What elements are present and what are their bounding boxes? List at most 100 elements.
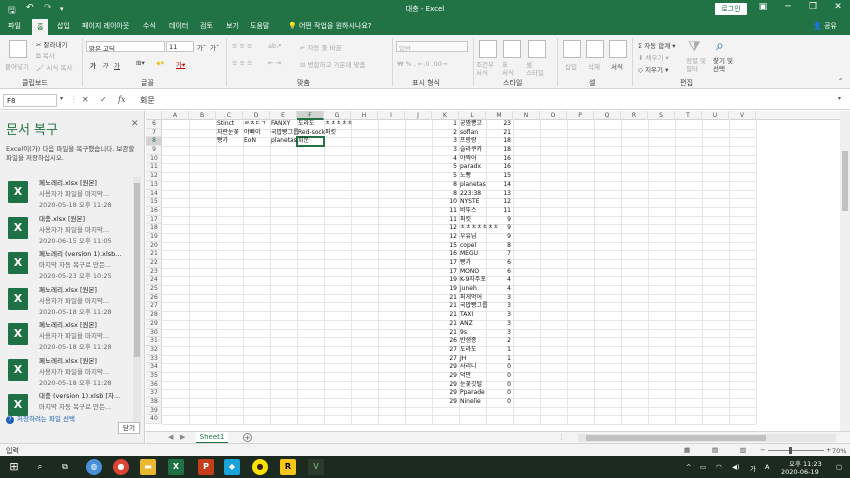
- font-name-combo[interactable]: 맑은 고딕: [86, 41, 165, 52]
- score-cell[interactable]: 6: [486, 268, 511, 277]
- formula-input[interactable]: 회문: [140, 95, 155, 106]
- tab-split-icon[interactable]: ⋮: [558, 433, 565, 441]
- name-cell[interactable]: 눈꽃깃털: [460, 381, 482, 390]
- choose-file-link[interactable]: ? 저장하려는 파일 선택: [6, 413, 75, 424]
- rank-cell[interactable]: 29: [432, 381, 457, 390]
- find-select-button[interactable]: 찾기 및 선택: [713, 57, 733, 73]
- score-cell[interactable]: 0: [486, 363, 511, 372]
- expand-formula-bar-icon[interactable]: ▾: [838, 95, 841, 102]
- score-cell[interactable]: 1: [486, 346, 511, 355]
- pane-close-button[interactable]: 닫기: [118, 422, 140, 434]
- table-cell[interactable]: FANXY: [271, 120, 290, 129]
- rank-cell[interactable]: 11: [432, 216, 457, 225]
- orientation-icon[interactable]: ab↗: [268, 42, 282, 50]
- delete-cells-button[interactable]: 삭제: [588, 61, 600, 71]
- delete-cells-icon[interactable]: [586, 40, 604, 58]
- horizontal-scroll-thumb[interactable]: [586, 435, 766, 441]
- shrink-font-icon[interactable]: 가ˇ: [210, 42, 219, 52]
- ime-mode-icon[interactable]: 가: [750, 463, 756, 473]
- rank-cell[interactable]: 17: [432, 268, 457, 277]
- name-cell[interactable]: 노빵: [460, 172, 471, 181]
- score-cell[interactable]: 13: [486, 190, 511, 199]
- row-header[interactable]: 15: [146, 198, 162, 207]
- column-header[interactable]: V: [729, 111, 756, 120]
- column-header[interactable]: Q: [594, 111, 621, 120]
- name-cell[interactable]: Pparade: [460, 389, 485, 398]
- pane-scroll-thumb[interactable]: [134, 183, 140, 357]
- column-header[interactable]: H: [351, 111, 378, 120]
- tell-me-search[interactable]: 💡 어떤 작업을 원하시나요?: [288, 21, 372, 31]
- share-button[interactable]: 👤 공유: [813, 21, 837, 31]
- row-header[interactable]: 7: [146, 129, 162, 138]
- score-cell[interactable]: 21: [486, 129, 511, 138]
- ribbon-display-options-icon[interactable]: ▣: [753, 2, 773, 12]
- rank-cell[interactable]: 4: [432, 155, 457, 164]
- name-cell[interactable]: MEGU: [460, 250, 478, 259]
- score-cell[interactable]: 18: [486, 146, 511, 155]
- row-header[interactable]: 25: [146, 285, 162, 294]
- enter-entry-icon[interactable]: ✓: [100, 95, 107, 104]
- select-all-corner[interactable]: [146, 111, 162, 120]
- column-header[interactable]: F: [297, 111, 324, 120]
- wifi-icon[interactable]: ◠: [716, 463, 722, 471]
- score-cell[interactable]: 1: [486, 355, 511, 364]
- name-cell[interactable]: soflan: [460, 129, 478, 138]
- game-icon[interactable]: R: [280, 459, 296, 475]
- insert-cells-button[interactable]: 삽입: [565, 61, 577, 71]
- column-header[interactable]: E: [270, 111, 297, 120]
- table-cell[interactable]: 빵가: [217, 137, 228, 146]
- kakaotalk-icon[interactable]: ●: [252, 459, 268, 475]
- rank-cell[interactable]: 27: [432, 346, 457, 355]
- excel-taskbar-icon[interactable]: X: [168, 459, 184, 475]
- row-header[interactable]: 16: [146, 207, 162, 216]
- row-header[interactable]: 38: [146, 398, 162, 407]
- score-cell[interactable]: 16: [486, 163, 511, 172]
- cell-styles-button[interactable]: 셀 스타일: [526, 61, 544, 77]
- score-cell[interactable]: 3: [486, 311, 511, 320]
- score-cell[interactable]: 4: [486, 276, 511, 285]
- format-painter-button[interactable]: 🖌 서식 복사: [36, 62, 72, 72]
- align-top-icon[interactable]: ≡ ≡ ≡: [232, 42, 252, 50]
- merge-center-button[interactable]: ⊟ 병합하고 가운데 맞춤: [300, 59, 365, 69]
- table-cell[interactable]: 국밥빵그룹: [271, 129, 299, 138]
- row-header[interactable]: 23: [146, 268, 162, 277]
- name-cell[interactable]: 도라도: [460, 346, 477, 355]
- name-cell[interactable]: 반생종: [460, 337, 477, 346]
- recovered-file-item[interactable]: X 페노레리 (version 1).xlsb... 마지막 자동 복구로 만든..…: [8, 248, 136, 282]
- name-cell[interactable]: paradx: [460, 163, 481, 172]
- tab-home[interactable]: 홈: [32, 19, 49, 35]
- rank-cell[interactable]: 16: [432, 250, 457, 259]
- column-header[interactable]: P: [567, 111, 594, 120]
- score-cell[interactable]: 9: [486, 216, 511, 225]
- conditional-formatting-icon[interactable]: [479, 40, 497, 58]
- name-cell[interactable]: 야짝어: [460, 155, 477, 164]
- score-cell[interactable]: 3: [486, 329, 511, 338]
- table-cell[interactable]: planetas: [271, 137, 297, 146]
- sort-filter-button[interactable]: 정렬 및 필터: [686, 57, 706, 73]
- login-button[interactable]: 로그인: [715, 3, 747, 15]
- score-cell[interactable]: 9: [486, 233, 511, 242]
- tab-insert[interactable]: 삽입: [57, 21, 70, 31]
- rank-cell[interactable]: 26: [432, 337, 457, 346]
- format-cells-icon[interactable]: [609, 40, 627, 58]
- rank-cell[interactable]: 5: [432, 163, 457, 172]
- score-cell[interactable]: 0: [486, 398, 511, 407]
- rank-cell[interactable]: 12: [432, 224, 457, 233]
- name-cell[interactable]: 퍼킷: [460, 216, 471, 225]
- row-header[interactable]: 33: [146, 355, 162, 364]
- tab-view[interactable]: 보기: [226, 21, 239, 31]
- vertical-scroll-thumb[interactable]: [842, 151, 848, 211]
- score-cell[interactable]: 18: [486, 137, 511, 146]
- cancel-entry-icon[interactable]: ✕: [82, 95, 89, 104]
- name-cell[interactable]: 빵가: [460, 259, 471, 268]
- table-cell[interactable]: 퍼킷: [325, 129, 336, 138]
- score-cell[interactable]: 8: [486, 242, 511, 251]
- copy-button[interactable]: ⧉ 복사: [36, 50, 55, 61]
- score-cell[interactable]: 11: [486, 207, 511, 216]
- rank-cell[interactable]: 21: [432, 311, 457, 320]
- name-cell[interactable]: JH: [460, 355, 466, 364]
- format-cells-button[interactable]: 서식: [611, 61, 623, 71]
- score-cell[interactable]: 0: [486, 381, 511, 390]
- column-header[interactable]: O: [540, 111, 567, 120]
- rank-cell[interactable]: 21: [432, 329, 457, 338]
